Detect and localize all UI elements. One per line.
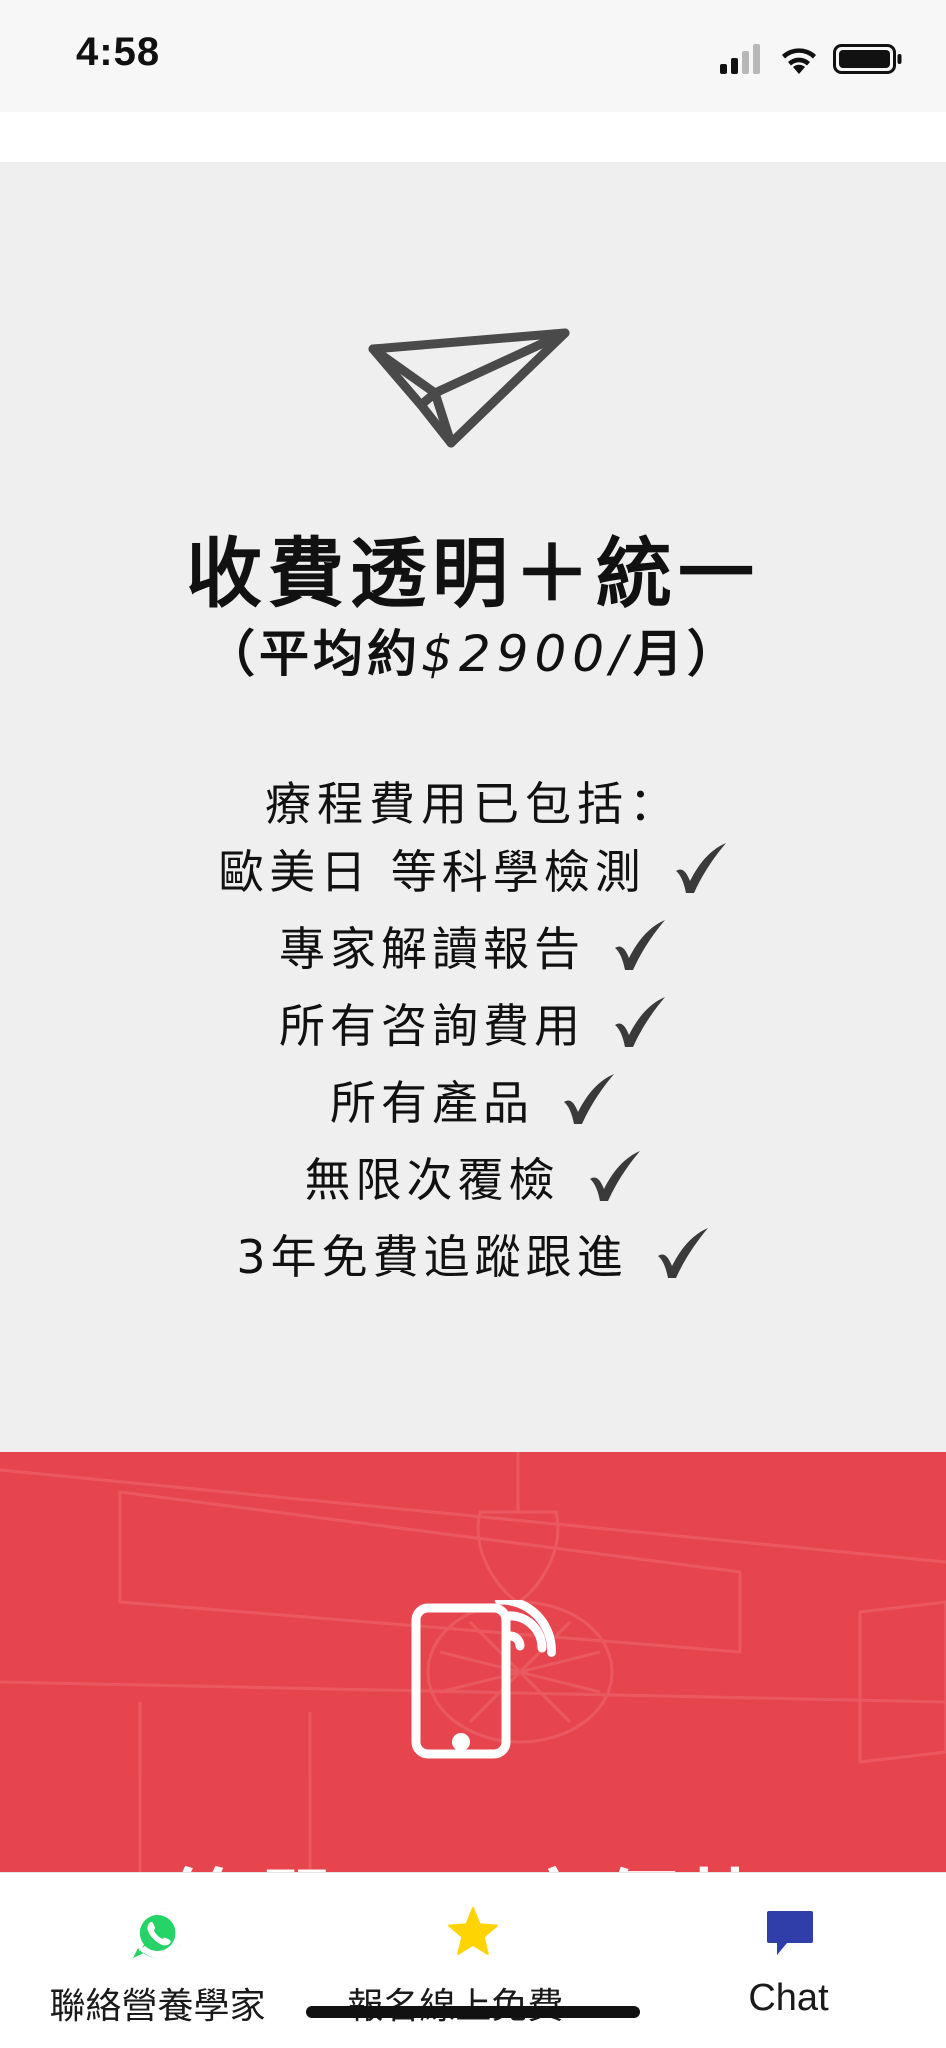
cellular-signal-icon [720,44,760,74]
contact-section: 簡單 方便快 [0,1452,946,1872]
status-bar: 4:58 [0,0,946,112]
feature-item: 所有產品 [0,1067,946,1137]
star-icon [445,1905,501,1961]
status-icons [720,38,910,78]
pricing-subline: （平均約$2900/月） [0,614,946,686]
feature-item: 3年免費追蹤跟進 [0,1221,946,1291]
feature-item: 無限次覆檢 [0,1144,946,1214]
checkmark-icon [560,1072,616,1128]
nav-label: 報名線上免費... [315,1977,630,2029]
contact-nutritionist-button[interactable]: 聯絡營養學家 [0,1873,315,2048]
feature-item: 專家解讀報告 [0,913,946,983]
home-indicator[interactable] [306,2006,640,2018]
feature-label: 所有咨詢費用 [279,999,585,1053]
checkmark-icon [611,995,667,1051]
subline-prefix: （平均約 [205,625,422,683]
feature-item: 所有咨詢費用 [0,990,946,1060]
nav-label: Chat [748,1977,829,2019]
feature-item: 歐美日 等科學檢測 [0,836,946,906]
checkmark-icon [672,841,728,897]
subline-suffix: 月） [632,625,741,683]
average-price: $2900/ [421,625,633,683]
wifi-icon [782,48,816,74]
battery-icon [833,44,902,74]
checkmark-icon [654,1226,710,1282]
contact-heading: 簡單 方便快 [0,1844,946,1872]
chat-button[interactable]: Chat [631,1873,946,2048]
pricing-headline: 收費透明＋統一 [186,529,760,618]
feature-label: 所有產品 [330,1076,534,1130]
feature-label: 無限次覆檢 [304,1153,560,1207]
pricing-section: 收費透明＋統一 （平均約$2900/月） 療程費用已包括： 歐美日 等科學檢測 … [0,162,946,1452]
bottom-action-bar: 聯絡營養學家 報名線上免費... Chat [0,1872,946,2048]
paper-plane-icon [365,325,581,465]
includes-title: 療程費用已包括： [265,777,681,831]
checkmark-icon [611,918,667,974]
whatsapp-icon [130,1905,186,1961]
mobile-phone-signal-icon [410,1595,560,1760]
free-online-registration-button[interactable]: 報名線上免費... [315,1873,630,2048]
feature-label: 歐美日 等科學檢測 [218,845,646,899]
feature-label: 3年免費追蹤跟進 [236,1230,628,1284]
top-spacer [0,112,946,162]
status-time: 4:58 [76,30,161,74]
feature-label: 專家解讀報告 [279,922,585,976]
checkmark-icon [586,1149,642,1205]
nav-label: 聯絡營養學家 [49,1986,266,2027]
chat-bubble-icon [761,1905,817,1961]
